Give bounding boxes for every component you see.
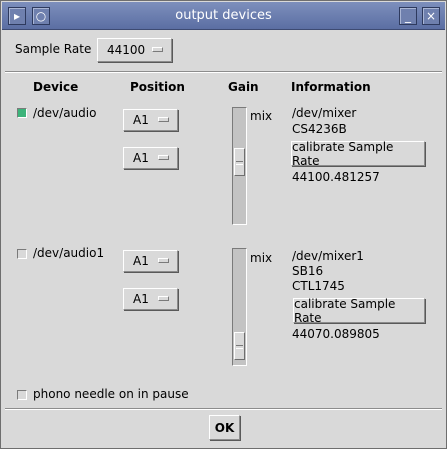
- info-line: SB16: [292, 264, 324, 278]
- position-value: A1: [133, 151, 149, 165]
- separator-top: [5, 71, 442, 73]
- calibrate-label: calibrate Sample Rate: [294, 296, 396, 325]
- header-device: Device: [33, 80, 79, 94]
- option-menu-indicator-icon: [158, 155, 169, 160]
- phono-needle-checkbox[interactable]: [17, 390, 27, 400]
- info-line: /dev/mixer1: [292, 249, 364, 263]
- phono-needle-label: phono needle on in pause: [33, 387, 189, 401]
- position-menu-2[interactable]: A1: [123, 288, 178, 310]
- gain-slider[interactable]: [232, 107, 247, 225]
- position-value: A1: [133, 113, 149, 127]
- option-menu-indicator-icon: [158, 258, 169, 263]
- position-value: A1: [133, 254, 149, 268]
- option-menu-indicator-icon: [158, 296, 169, 301]
- gain-mix-label: mix: [250, 109, 273, 123]
- sample-rate-menu[interactable]: 44100: [97, 38, 172, 62]
- header-information: Information: [291, 80, 371, 94]
- separator-bottom: [5, 408, 442, 410]
- position-value: A1: [133, 292, 149, 306]
- option-menu-indicator-icon: [158, 117, 169, 122]
- output-devices-window: ▸ ○ output devices _ × Sample Rate 44100…: [0, 0, 447, 449]
- gain-slider-thumb[interactable]: [234, 148, 245, 176]
- gain-slider-thumb[interactable]: [234, 332, 245, 360]
- measured-rate: 44070.089805: [292, 327, 380, 341]
- info-line: /dev/mixer: [292, 106, 357, 120]
- position-menu-1[interactable]: A1: [123, 250, 178, 272]
- window-title: output devices: [175, 8, 272, 23]
- header-position: Position: [130, 80, 185, 94]
- close-button[interactable]: ×: [422, 7, 440, 25]
- measured-rate: 44100.481257: [292, 170, 380, 184]
- calibrate-label: calibrate Sample Rate: [292, 139, 394, 168]
- position-menu-2[interactable]: A1: [123, 147, 178, 169]
- device-enable-checkbox[interactable]: [17, 249, 27, 259]
- option-menu-indicator-icon: [152, 47, 163, 52]
- device-name: /dev/audio1: [33, 246, 105, 260]
- info-line: CTL1745: [292, 279, 345, 293]
- gain-slider[interactable]: [232, 248, 247, 366]
- position-menu-1[interactable]: A1: [123, 109, 178, 131]
- sample-rate-label: Sample Rate: [15, 42, 92, 56]
- title-bar[interactable]: ▸ ○ output devices _ ×: [2, 2, 445, 30]
- gain-mix-label: mix: [250, 251, 273, 265]
- close-icon: ×: [425, 9, 437, 23]
- calibrate-sample-rate-button[interactable]: calibrate Sample Rate: [291, 139, 425, 168]
- header-gain: Gain: [228, 80, 259, 94]
- calibrate-sample-rate-button[interactable]: calibrate Sample Rate: [293, 296, 425, 325]
- ok-label: OK: [214, 420, 235, 435]
- info-line: CS4236B: [292, 122, 347, 136]
- device-name: /dev/audio: [33, 106, 97, 120]
- ok-button[interactable]: OK: [209, 415, 240, 440]
- minimize-icon: _: [405, 9, 411, 23]
- minimize-button[interactable]: _: [399, 7, 417, 25]
- device-enable-checkbox[interactable]: [17, 108, 27, 118]
